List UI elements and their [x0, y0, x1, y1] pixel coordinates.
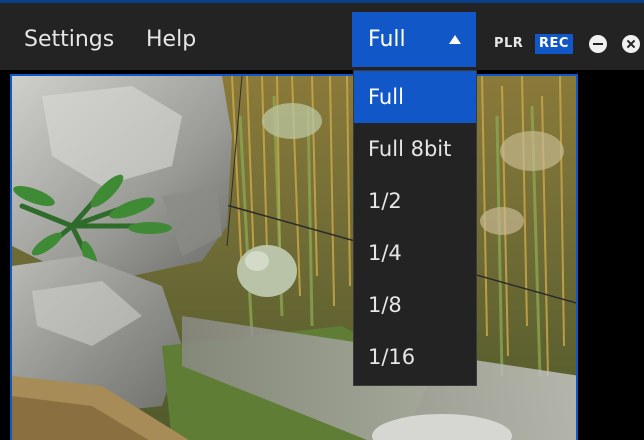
app-window: Settings Help PLR REC Full Full Full 8bi…	[0, 0, 644, 440]
quality-option-full[interactable]: Full	[354, 71, 476, 123]
help-menu[interactable]: Help	[146, 25, 196, 55]
minus-circle-icon[interactable]	[589, 35, 607, 53]
settings-menu[interactable]: Settings	[24, 25, 114, 55]
quality-select-value: Full	[368, 27, 406, 52]
caret-up-icon	[449, 35, 461, 44]
camera-preview[interactable]	[10, 74, 578, 440]
menu-bar: Settings Help PLR REC	[0, 0, 644, 70]
rec-toggle[interactable]: REC	[535, 34, 573, 54]
quality-option-half[interactable]: 1/2	[354, 175, 476, 227]
quality-option-full-8bit[interactable]: Full 8bit	[354, 123, 476, 175]
quality-dropdown: Full Full 8bit 1/2 1/4 1/8 1/16	[353, 70, 477, 386]
plr-toggle[interactable]: PLR	[494, 34, 523, 54]
x-circle-icon[interactable]	[622, 35, 640, 53]
quality-option-eighth[interactable]: 1/8	[354, 279, 476, 331]
quality-option-sixteenth[interactable]: 1/16	[354, 331, 476, 383]
preview-image	[12, 76, 576, 440]
quality-option-quarter[interactable]: 1/4	[354, 227, 476, 279]
quality-select[interactable]: Full	[352, 12, 476, 67]
